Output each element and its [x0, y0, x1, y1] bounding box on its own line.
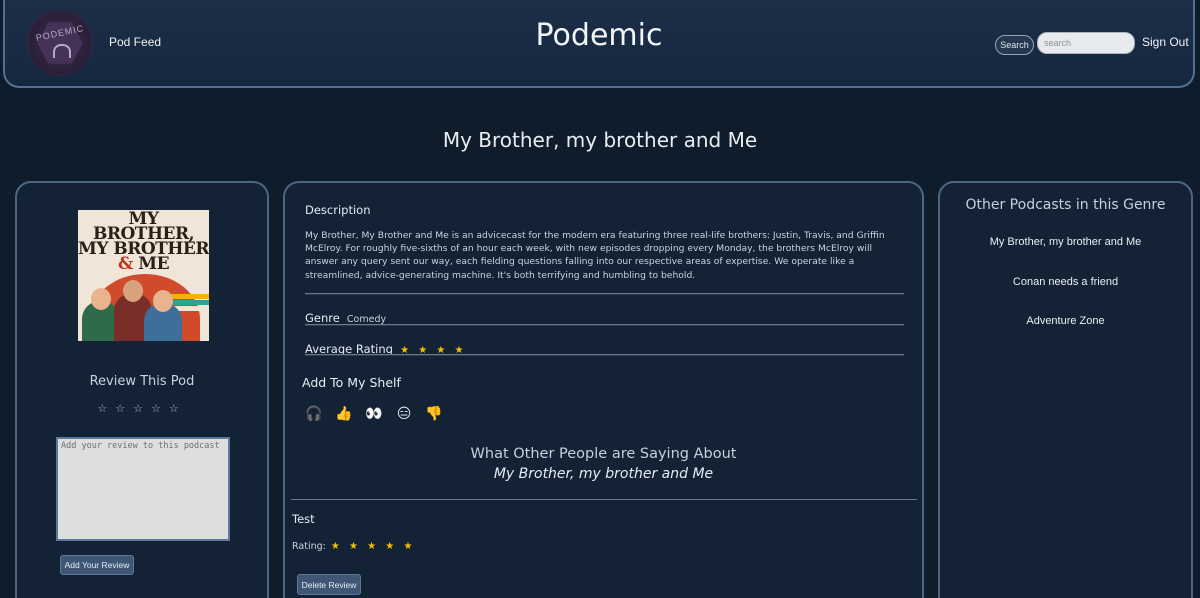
genre-podcast-link[interactable]: Adventure Zone — [940, 314, 1191, 354]
review-star-rating[interactable]: ☆☆☆☆☆ — [17, 402, 267, 415]
genre-sidebar: Other Podcasts in this Genre My Brother,… — [938, 181, 1193, 598]
expressionless-face-icon[interactable]: 😑 — [394, 404, 414, 424]
genre-podcast-list: My Brother, my brother and Me Conan need… — [940, 235, 1191, 354]
sign-out-link[interactable]: Sign Out — [1142, 35, 1189, 49]
genre-podcast-link[interactable]: Conan needs a friend — [940, 275, 1191, 315]
reviews-section-title: What Other People are Saying About — [470, 446, 737, 462]
page-title: My Brother, my brother and Me — [442, 128, 758, 152]
rating-star-icon[interactable]: ☆ — [151, 402, 169, 415]
podcast-cover-panel: MY BROTHER, MY BROTHER & ME Review This … — [15, 181, 269, 598]
cover-person-head — [153, 290, 173, 312]
rating-star-icon[interactable]: ☆ — [97, 402, 115, 415]
rating-star-icon[interactable]: ☆ — [115, 402, 133, 415]
description-label: Description — [305, 203, 371, 217]
page: PODEMIC Pod Feed Podemic Search Sign Out… — [0, 0, 1200, 598]
shelf-title: Add To My Shelf — [302, 375, 401, 390]
add-review-button[interactable]: Add Your Review — [60, 555, 134, 575]
cover-title-text: MY BROTHER, MY BROTHER & ME — [78, 211, 209, 274]
genre-podcast-link[interactable]: My Brother, my brother and Me — [940, 235, 1191, 275]
podcast-cover-art: MY BROTHER, MY BROTHER & ME — [78, 210, 209, 341]
cover-ampersand: & — [117, 254, 133, 274]
description-text: My Brother, My Brother and Me is an advi… — [305, 230, 885, 281]
reviews-section-podcast-name: My Brother, my brother and Me — [493, 466, 714, 482]
headphones-icon[interactable]: 🎧 — [304, 404, 324, 424]
divider — [305, 354, 904, 356]
delete-review-button[interactable]: Delete Review — [297, 574, 361, 595]
thumbs-down-icon[interactable]: 👎 — [424, 404, 444, 424]
search-button[interactable]: Search — [995, 35, 1034, 55]
cover-person-head — [91, 288, 111, 310]
site-header: PODEMIC Pod Feed Podemic Search Sign Out — [3, 0, 1195, 88]
cover-person-head — [123, 280, 143, 302]
thumbs-up-icon[interactable]: 👍 — [334, 404, 354, 424]
review-form-heading: Review This Pod — [89, 374, 195, 389]
shelf-icon-row: 🎧 👍 👀 😑 👎 — [304, 404, 444, 424]
divider — [291, 499, 917, 500]
rating-star-icon[interactable]: ☆ — [133, 402, 151, 415]
cover-line: & ME — [78, 254, 209, 274]
review-rating-stars: ★ ★ ★ ★ ★ — [330, 541, 416, 552]
genre-label: Genre — [305, 311, 340, 325]
review-rating: Rating: ★ ★ ★ ★ ★ — [292, 541, 415, 552]
eyes-icon[interactable]: 👀 — [364, 404, 384, 424]
review-rating-label: Rating: — [292, 541, 326, 552]
search-input[interactable] — [1037, 32, 1135, 54]
divider — [305, 324, 904, 326]
review-author: Test — [292, 512, 315, 526]
review-textarea[interactable] — [56, 437, 230, 541]
podcast-details-panel: Description My Brother, My Brother and M… — [283, 181, 924, 598]
divider — [305, 293, 904, 295]
genre-sidebar-heading: Other Podcasts in this Genre — [965, 197, 1166, 213]
cover-line-me: ME — [138, 254, 170, 274]
rating-star-icon[interactable]: ☆ — [169, 402, 187, 415]
